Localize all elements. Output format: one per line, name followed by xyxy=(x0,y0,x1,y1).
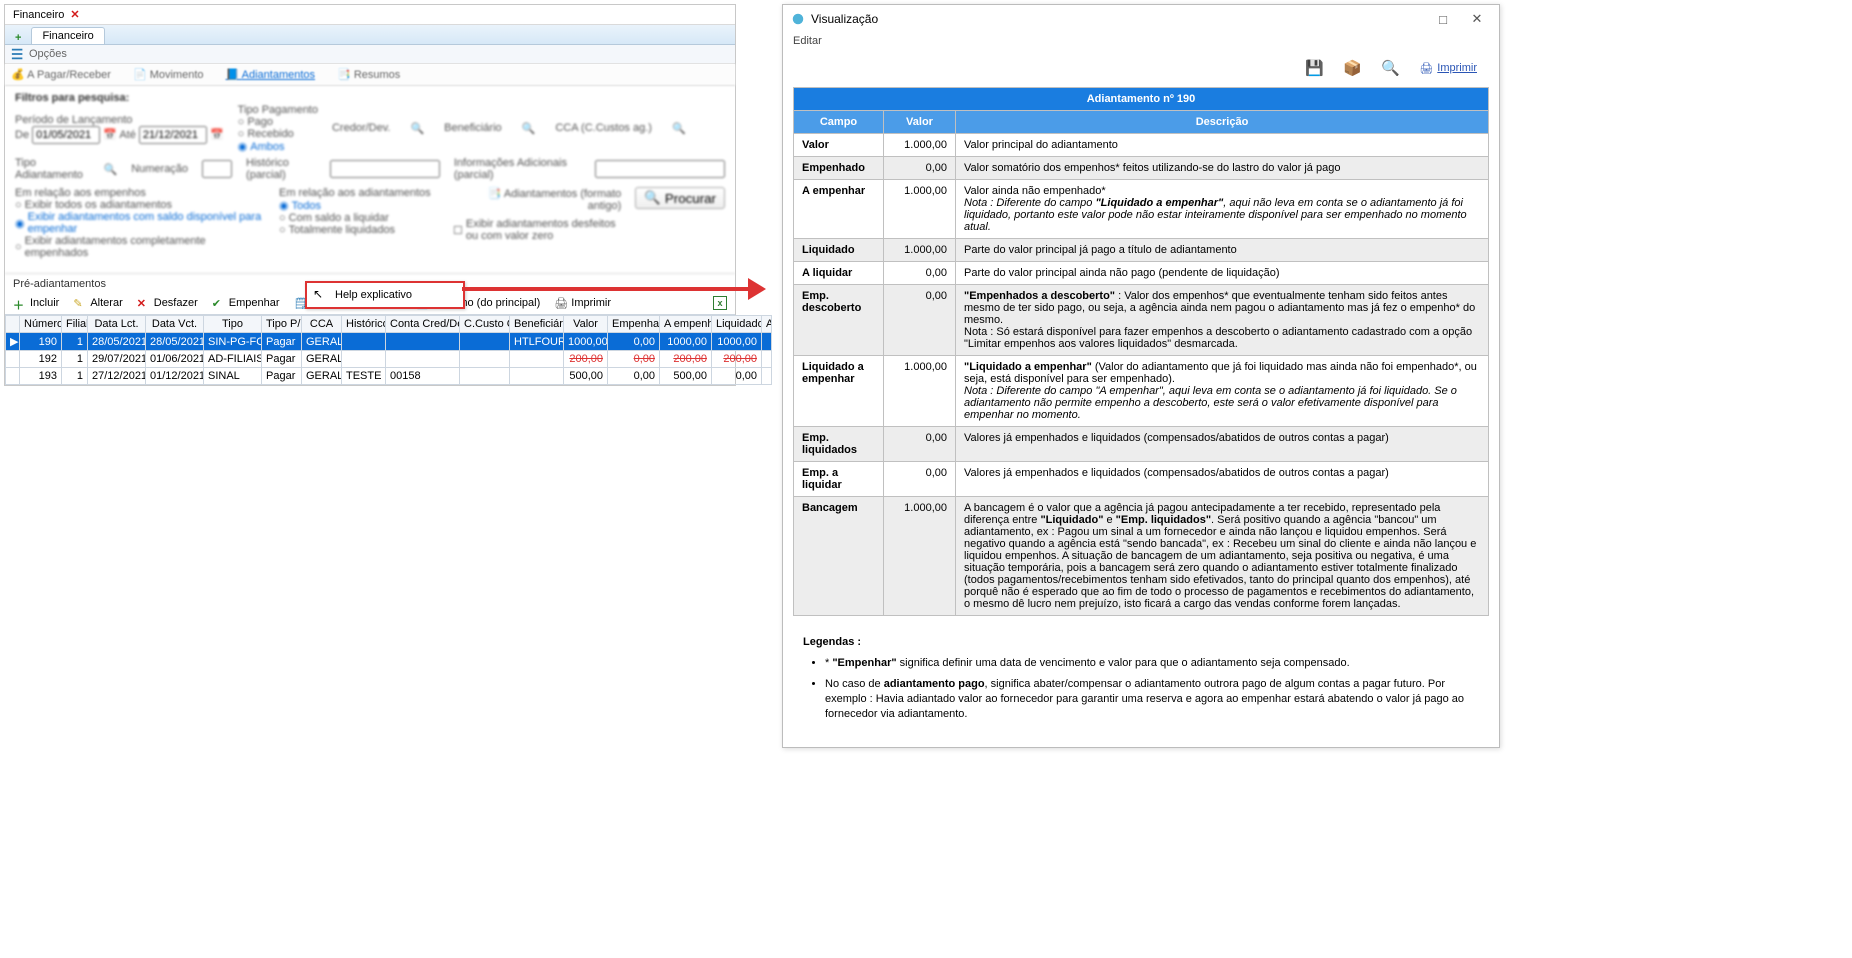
numeracao-input[interactable] xyxy=(202,160,232,178)
legenda-item-2: No caso de adiantamento pago, significa … xyxy=(825,677,1479,722)
fmt-antigo-link[interactable]: 📑 Adiantamentos (formato antigo) xyxy=(488,188,622,212)
print-button[interactable]: 🖨 Imprimir xyxy=(1419,62,1477,75)
menu-adiantamentos[interactable]: 📘 Adiantamentos xyxy=(226,68,316,81)
filter-panel: Filtros para pesquisa: Período de Lançam… xyxy=(5,86,735,274)
detail-row: Valor1.000,00Valor principal do adiantam… xyxy=(794,134,1489,157)
close-icon[interactable]: ✕ xyxy=(1463,11,1491,27)
desfazer-button[interactable]: ✕Desfazer xyxy=(137,297,198,310)
table-row[interactable]: 193127/12/202101/12/2021SINALPagarGERALT… xyxy=(6,368,772,385)
close-icon[interactable]: ✕ xyxy=(70,8,79,21)
title-text: Financeiro xyxy=(13,9,64,21)
menu-pagar-receber[interactable]: 💰 A Pagar/Receber xyxy=(11,68,111,81)
grid-header: Número Filial Data Lct. Data Vct. Tipo T… xyxy=(6,316,772,333)
right-title: Visualização xyxy=(811,12,878,26)
opt-ambos[interactable]: ◉ Ambos xyxy=(238,140,318,153)
procurar-button[interactable]: 🔍 Procurar xyxy=(635,187,725,209)
financeiro-window: Financeiro ✕ + Financeiro Opções 💰 A Pag… xyxy=(4,4,736,386)
chk-desfeitos[interactable]: ☐ Exibir adiantamentos desfeitos ou com … xyxy=(453,218,621,242)
filters-heading: Filtros para pesquisa: xyxy=(15,92,725,104)
annotation-arrow xyxy=(462,278,766,300)
maximize-icon[interactable]: □ xyxy=(1429,12,1457,27)
app-icon xyxy=(791,12,805,26)
legendas-title: Legendas : xyxy=(803,636,1479,648)
list-icon xyxy=(11,47,25,61)
title-bar: Financeiro ✕ xyxy=(5,5,735,25)
th-desc: Descrição xyxy=(956,111,1489,134)
menu-movimento[interactable]: 📄 Movimento xyxy=(133,68,204,81)
adi-opt-2[interactable]: ○ Com saldo a liquidar xyxy=(279,212,439,224)
date-from[interactable] xyxy=(32,126,100,144)
detail-row: Bancagem1.000,00A bancagem é o valor que… xyxy=(794,497,1489,616)
package-icon[interactable]: 📦 xyxy=(1343,59,1361,77)
tab-financeiro[interactable]: Financeiro xyxy=(31,27,104,44)
zoom-icon[interactable]: 🔍 xyxy=(1381,59,1399,77)
menu-resumos[interactable]: 📑 Resumos xyxy=(337,68,400,81)
detail-content: Adiantamento nº 190 Campo Valor Descriçã… xyxy=(783,87,1499,747)
opt-recebido[interactable]: ○ Recebido xyxy=(238,128,318,140)
date-to[interactable] xyxy=(139,126,207,144)
th-campo: Campo xyxy=(794,111,884,134)
th-valor: Valor xyxy=(884,111,956,134)
detail-table: Campo Valor Descrição Valor1.000,00Valor… xyxy=(793,110,1489,616)
cursor-icon: ↖ xyxy=(313,287,323,301)
adi-opt-3[interactable]: ○ Totalmente liquidados xyxy=(279,224,439,236)
detail-row: Emp. descoberto0,00"Empenhados a descobe… xyxy=(794,285,1489,356)
save-icon[interactable]: 💾 xyxy=(1305,59,1323,77)
detail-row: Liquidado1.000,00Parte do valor principa… xyxy=(794,239,1489,262)
context-menu-help[interactable]: ↖ Help explicativo xyxy=(305,281,465,309)
legendas-section: Legendas : * "Empenhar" significa defini… xyxy=(793,616,1489,721)
add-tab-icon[interactable]: + xyxy=(9,32,27,44)
detail-row: Liquidado a empenhar1.000,00"Liquidado a… xyxy=(794,356,1489,427)
module-menu: 💰 A Pagar/Receber 📄 Movimento 📘 Adiantam… xyxy=(5,64,735,86)
opcoes-bar[interactable]: Opções xyxy=(5,45,735,64)
adiantamentos-grid[interactable]: Número Filial Data Lct. Data Vct. Tipo T… xyxy=(5,314,735,385)
opt-pago[interactable]: ○ Pago xyxy=(238,116,318,128)
emp-opt-1[interactable]: ○ Exibir todos os adiantamentos xyxy=(15,199,265,211)
alterar-button[interactable]: ✎Alterar xyxy=(73,297,122,310)
emp-opt-2[interactable]: ◉ Exibir adiantamentos com saldo disponí… xyxy=(15,211,265,235)
historico-input[interactable] xyxy=(330,160,440,178)
visualizacao-window: Visualização □ ✕ Editar 💾 📦 🔍 🖨 Imprimir… xyxy=(782,4,1500,748)
right-menu-edit[interactable]: Editar xyxy=(783,33,1499,53)
legenda-item-1: * "Empenhar" significa definir uma data … xyxy=(825,656,1479,671)
detail-row: Empenhado0,00Valor somatório dos empenho… xyxy=(794,157,1489,180)
detail-row: Emp. a liquidar0,00Valores já empenhados… xyxy=(794,462,1489,497)
detail-title: Adiantamento nº 190 xyxy=(793,87,1489,110)
right-title-bar: Visualização □ ✕ xyxy=(783,5,1499,33)
detail-row: Emp. liquidados0,00Valores já empenhados… xyxy=(794,427,1489,462)
empenhar-button[interactable]: ✔Empenhar xyxy=(212,297,280,310)
detail-row: A liquidar0,00Parte do valor principal a… xyxy=(794,262,1489,285)
tab-strip: + Financeiro xyxy=(5,25,735,45)
table-row[interactable]: 192129/07/202101/06/2021AD-FILIAISPagarG… xyxy=(6,351,772,368)
right-toolbar: 💾 📦 🔍 🖨 Imprimir xyxy=(783,53,1499,87)
info-adic-input[interactable] xyxy=(595,160,725,178)
detail-row: A empenhar1.000,00Valor ainda não empenh… xyxy=(794,180,1489,239)
adi-opt-1[interactable]: ◉ Todos xyxy=(279,199,439,212)
incluir-button[interactable]: ＋Incluir xyxy=(13,297,59,310)
emp-opt-3[interactable]: ○ Exibir adiantamentos completamente emp… xyxy=(15,235,265,259)
table-row[interactable]: ▶190128/05/202128/05/2021SIN-PG-FORPagar… xyxy=(6,333,772,351)
